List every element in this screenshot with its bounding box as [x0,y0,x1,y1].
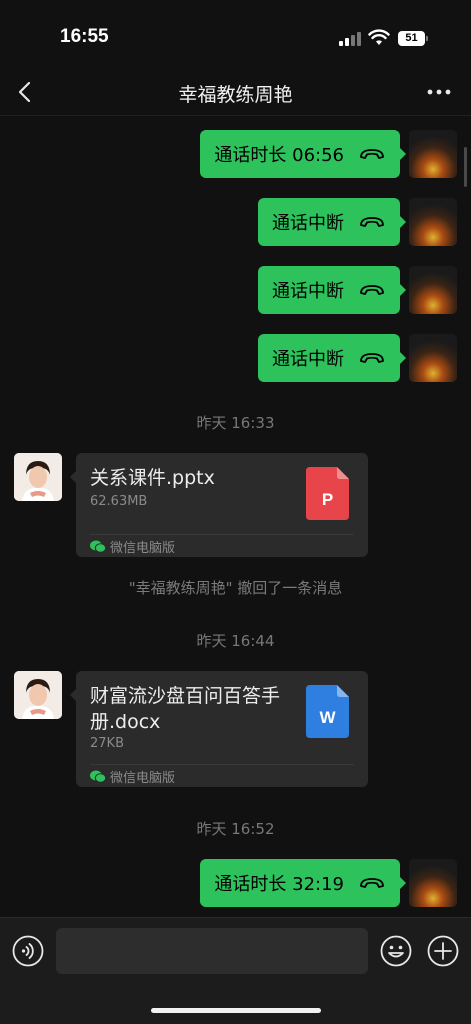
call-record-bubble[interactable]: 通话中断 [258,198,406,246]
avatar[interactable] [409,198,457,246]
avatar[interactable] [409,130,457,178]
avatar[interactable] [409,334,457,382]
home-indicator [151,1008,321,1013]
call-record-text: 通话中断 [272,281,344,302]
call-record-text: 通话中断 [272,349,344,370]
person-avatar-image [14,671,62,719]
status-time: 16:55 [60,26,109,47]
phone-hangup-icon [360,149,384,159]
input-bar [0,917,471,1024]
phone-hangup-icon [360,878,384,888]
wifi-icon [368,29,390,45]
file-source-label: 微信电脑版 [110,771,176,786]
call-record-text: 通话中断 [272,213,344,234]
wechat-icon [90,770,106,783]
message-timestamp: 昨天 16:52 [196,820,275,838]
recall-notice: "幸福教练周艳" 撤回了一条消息 [128,579,343,597]
chat-title: 幸福教练周艳 [178,84,293,106]
file-size: 27KB [90,736,124,751]
file-name: 财富流沙盘百问百答手册.docx [90,685,281,733]
avatar[interactable] [14,671,62,719]
phone-hangup-icon [360,285,384,295]
emoji-icon[interactable] [380,935,412,967]
file-size: 62.63MB [90,494,148,509]
file-source-label: 微信电脑版 [110,541,176,556]
call-record-bubble[interactable]: 通话时长 06:56 [200,130,406,178]
message-timestamp: 昨天 16:44 [196,632,275,650]
file-message-card[interactable]: 财富流沙盘百问百答手册.docx 27KB W 微信电脑版 [70,671,368,787]
battery-indicator: 51 [398,31,425,46]
phone-hangup-icon [360,217,384,227]
file-source: 微信电脑版 [90,537,175,556]
message-input[interactable] [56,928,368,974]
chat-header: 幸福教练周艳 [0,70,471,116]
back-icon[interactable] [12,78,40,106]
file-message-card[interactable]: 关系课件.pptx 62.63MB P 微信电脑版 [70,453,368,557]
battery-tip [426,36,428,41]
ppt-icon-letter: P [322,490,333,509]
word-icon-letter: W [319,708,336,727]
word-file-icon: W [306,685,349,738]
file-name: 关系课件.pptx [90,467,215,489]
more-icon[interactable] [425,80,453,104]
call-record-text: 通话时长 06:56 [214,145,344,166]
call-record-bubble[interactable]: 通话时长 32:19 [200,859,406,907]
status-bar: 16:55 51 [0,0,471,70]
wechat-icon [90,540,106,553]
avatar[interactable] [409,859,457,907]
call-record-text: 通话时长 32:19 [214,874,344,895]
avatar[interactable] [409,266,457,314]
voice-icon[interactable] [12,935,44,967]
call-record-bubble[interactable]: 通话中断 [258,266,406,314]
avatar[interactable] [14,453,62,501]
ppt-file-icon: P [306,467,349,520]
file-source: 微信电脑版 [90,767,175,786]
cellular-signal-icon [339,32,361,46]
divider [90,764,354,765]
phone-hangup-icon [360,353,384,363]
message-list[interactable]: 通话时长 06:56 通话中断 通话中断 通话中断 昨天 16:33 关系课件.… [0,117,471,917]
scrollbar[interactable] [464,147,467,187]
message-timestamp: 昨天 16:33 [196,414,275,432]
divider [90,534,354,535]
person-avatar-image [14,453,62,501]
plus-icon[interactable] [427,935,459,967]
call-record-bubble[interactable]: 通话中断 [258,334,406,382]
